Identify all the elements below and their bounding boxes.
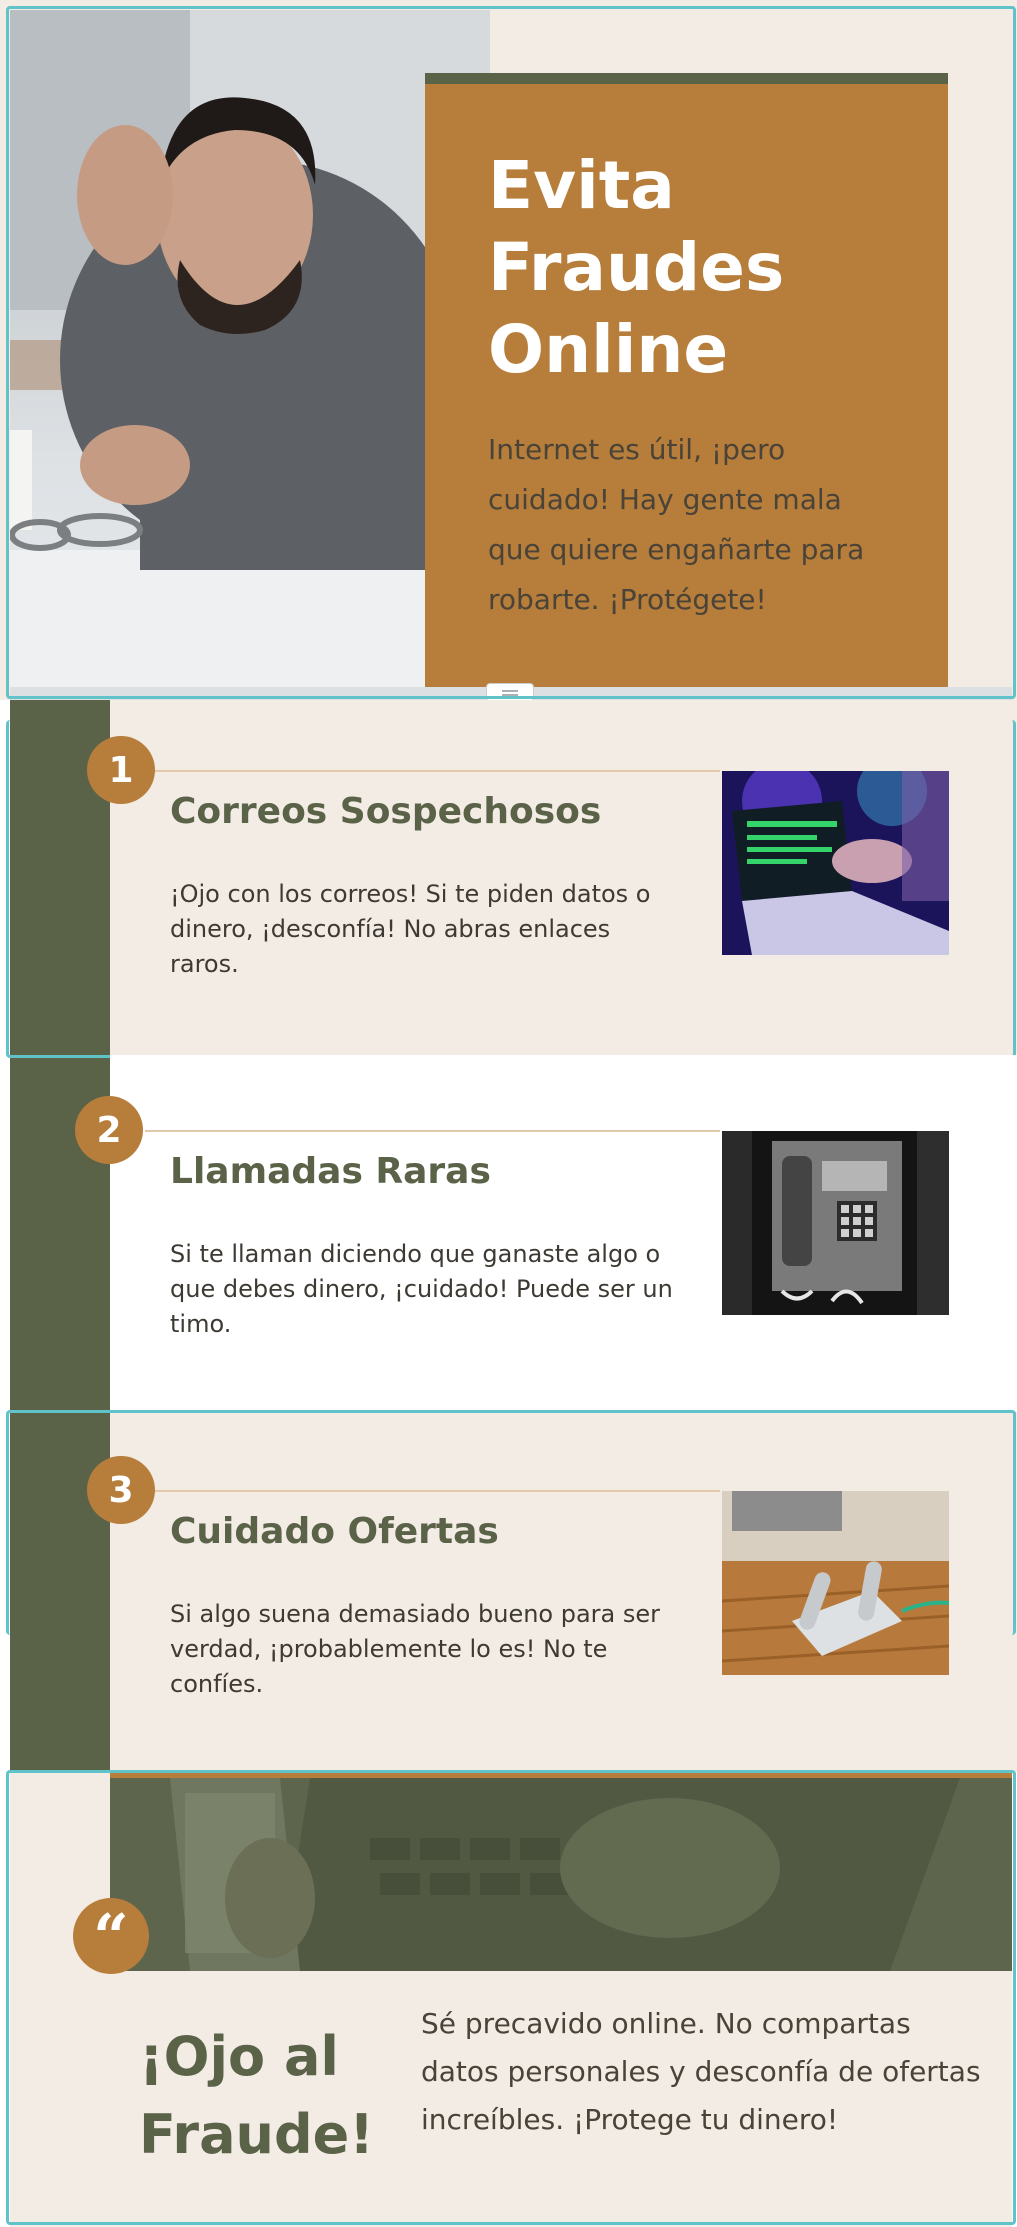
hero-card-top-bar xyxy=(425,73,948,84)
step-number-badge: 3 xyxy=(87,1456,155,1524)
step-number-badge: 1 xyxy=(87,736,155,804)
step-divider xyxy=(145,770,720,772)
step-divider xyxy=(145,1490,720,1492)
step-text[interactable]: ¡Ojo con los correos! Si te piden datos … xyxy=(170,877,680,982)
step-text[interactable]: Si algo suena demasiado bueno para ser v… xyxy=(170,1597,680,1702)
hero-photo-stressed-man xyxy=(10,10,490,696)
step-title[interactable]: Cuidado Ofertas xyxy=(170,1511,499,1552)
step-text[interactable]: Si te llaman diciendo que ganaste algo o… xyxy=(170,1237,680,1342)
router-photo xyxy=(722,1491,949,1675)
quote-title[interactable]: ¡Ojo al Fraude! xyxy=(139,2018,379,2174)
steps-left-column xyxy=(10,700,110,1772)
step-number-badge: 2 xyxy=(75,1096,143,1164)
laptop-hacker-photo xyxy=(722,771,949,955)
quote-icon: “ xyxy=(73,1898,149,1974)
payphone-photo xyxy=(722,1131,949,1315)
hero-title[interactable]: Evita Fraudes Online xyxy=(488,145,908,391)
step-title[interactable]: Correos Sospechosos xyxy=(170,791,601,832)
step-title[interactable]: Llamadas Raras xyxy=(170,1151,491,1192)
quote-banner-photo xyxy=(110,1778,1012,1971)
quote-text[interactable]: Sé precavido online. No compartas datos … xyxy=(421,2000,981,2144)
step-divider xyxy=(145,1130,720,1132)
hero-intro-text[interactable]: Internet es útil, ¡pero cuidado! Hay gen… xyxy=(488,425,898,625)
